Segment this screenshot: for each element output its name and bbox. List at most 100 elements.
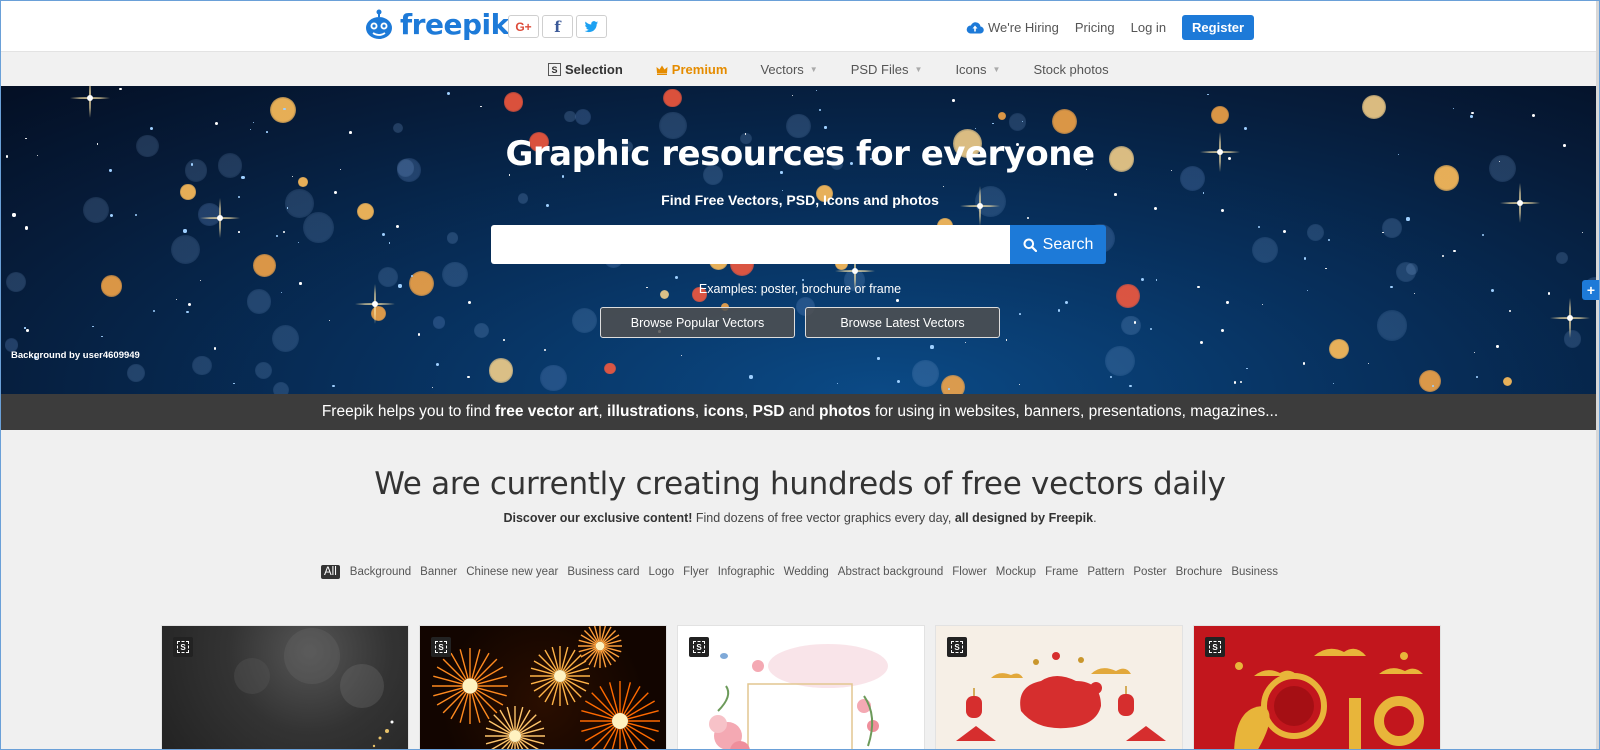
tag-item[interactable]: Business card — [567, 566, 639, 578]
tag-item[interactable]: Pattern — [1087, 566, 1124, 578]
badge-letter: S — [177, 641, 189, 653]
crown-icon — [656, 65, 668, 75]
scrollbar[interactable] — [1596, 0, 1600, 750]
selection-badge-icon: S — [173, 637, 193, 657]
badge-letter: S — [435, 641, 447, 653]
chevron-down-icon: ▼ — [809, 65, 818, 74]
tag-item[interactable]: Wedding — [784, 566, 829, 578]
nav-psd-files[interactable]: PSD Files ▼ — [851, 62, 923, 77]
firework-burst — [578, 626, 622, 668]
tag-item[interactable]: Business — [1231, 566, 1278, 578]
tagline-bold: PSD — [752, 403, 785, 420]
tagline-strip: Freepik helps you to find free vector ar… — [0, 394, 1600, 430]
selection-badge-icon: S — [689, 637, 709, 657]
badge-letter: S — [1209, 641, 1221, 653]
resource-card-fireworks[interactable]: S — [419, 625, 667, 750]
nav-vectors[interactable]: Vectors ▼ — [760, 62, 817, 77]
selection-icon: S — [548, 63, 561, 76]
nav-items: S Selection Premium Vectors ▼ PSD Files … — [548, 52, 1142, 87]
nav-stock-photos[interactable]: Stock photos — [1033, 62, 1108, 77]
sparkle-star — [1550, 298, 1590, 338]
section-subtitle: Discover our exclusive content! Find doz… — [0, 511, 1600, 525]
firework-burst — [485, 706, 545, 750]
search-button-label: Search — [1042, 235, 1094, 253]
register-button[interactable]: Register — [1182, 15, 1255, 40]
tagline-part: and — [784, 403, 819, 420]
year-2019-image — [1194, 626, 1440, 750]
tagline-bold: photos — [818, 403, 871, 420]
tagline-bold: illustrations — [607, 403, 695, 420]
tagline-bold: free vector art — [495, 403, 599, 420]
tag-item[interactable]: Abstract background — [838, 566, 943, 578]
section-title: We are currently creating hundreds of fr… — [374, 466, 1226, 502]
firework-burst — [432, 648, 508, 724]
resource-card-chinese-new-year[interactable]: S — [935, 625, 1183, 750]
search-input[interactable] — [491, 225, 1010, 264]
twitter-bird-icon — [584, 20, 599, 32]
tag-item[interactable]: Poster — [1133, 566, 1166, 578]
search-bar: Search — [491, 225, 1106, 264]
search-button[interactable]: Search — [1010, 225, 1106, 264]
hero-subtitle: Find Free Vectors, PSD, Icons and photos — [661, 192, 939, 208]
resource-card-2019[interactable]: S — [1193, 625, 1441, 750]
top-header: freepik G+ f We're Hiring Pricing Log in… — [0, 0, 1600, 51]
twitter-button[interactable] — [576, 15, 607, 38]
tag-item[interactable]: Banner — [420, 566, 457, 578]
subtitle-part: . — [1093, 511, 1097, 525]
side-plus-button[interactable]: + — [1582, 280, 1600, 300]
tag-filter-list: All Background Banner Chinese new year Busin… — [321, 565, 1287, 579]
tagline-text: Freepik helps you to find free vector ar… — [322, 403, 1278, 421]
nav-icons-label: Icons — [955, 62, 987, 77]
resource-card-dark-bokeh[interactable]: S — [161, 625, 409, 750]
nav-selection[interactable]: S Selection — [548, 62, 623, 77]
hiring-label: We're Hiring — [988, 20, 1059, 35]
tag-item[interactable]: Frame — [1045, 566, 1078, 578]
google-plus-button[interactable]: G+ — [508, 15, 539, 38]
subtitle-bold: Discover our exclusive content! — [503, 511, 693, 525]
tag-item[interactable]: Brochure — [1176, 566, 1223, 578]
firework-burst — [530, 646, 590, 706]
logo-text: freepik — [400, 8, 509, 41]
tagline-part: , — [744, 403, 753, 420]
tag-item[interactable]: Flyer — [683, 566, 709, 578]
resource-grid: S S S S S — [161, 625, 1441, 750]
social-buttons: G+ f — [508, 15, 607, 38]
badge-letter: S — [693, 641, 705, 653]
nav-psd-label: PSD Files — [850, 62, 909, 77]
nav-premium[interactable]: Premium — [656, 62, 727, 77]
sparkle-star — [70, 86, 110, 118]
chinese-new-year-image — [956, 652, 1166, 741]
pricing-link[interactable]: Pricing — [1075, 20, 1115, 35]
firework-burst — [580, 681, 660, 750]
main-content: We are currently creating hundreds of fr… — [0, 430, 1600, 750]
nav-stock-photos-label: Stock photos — [1033, 62, 1109, 77]
hero-title: Graphic resources for everyone — [505, 134, 1095, 174]
hiring-link[interactable]: We're Hiring — [966, 20, 1059, 35]
freepik-logo[interactable]: freepik — [364, 8, 509, 41]
tag-item[interactable]: Mockup — [996, 566, 1036, 578]
background-credit[interactable]: Background by user4609949 — [11, 350, 140, 361]
tag-item[interactable]: Background — [350, 566, 411, 578]
selection-badge-icon: S — [431, 637, 451, 657]
category-nav: S Selection Premium Vectors ▼ PSD Files … — [0, 51, 1600, 86]
cloud-upload-icon — [966, 22, 984, 34]
nav-vectors-label: Vectors — [760, 62, 804, 77]
top-right-links: We're Hiring Pricing Log in Register — [966, 15, 1255, 40]
tag-item[interactable]: Logo — [649, 566, 675, 578]
tagline-part: , — [598, 403, 608, 420]
browse-latest-button[interactable]: Browse Latest Vectors — [805, 307, 1000, 338]
facebook-button[interactable]: f — [542, 15, 573, 38]
freepik-robot-icon — [366, 9, 392, 39]
search-icon — [1023, 238, 1037, 252]
tag-item[interactable]: Flower — [952, 566, 987, 578]
resource-card-floral-frame[interactable]: S — [677, 625, 925, 750]
tag-item[interactable]: Chinese new year — [466, 566, 558, 578]
tag-all[interactable]: All — [321, 565, 340, 579]
nav-icons[interactable]: Icons ▼ — [955, 62, 1000, 77]
hero-banner: Graphic resources for everyone Find Free… — [0, 86, 1600, 394]
browse-popular-button[interactable]: Browse Popular Vectors — [600, 307, 795, 338]
login-link[interactable]: Log in — [1131, 20, 1166, 35]
selection-badge-icon: S — [1205, 637, 1225, 657]
tagline-part: Freepik helps you to find — [321, 403, 496, 420]
tag-item[interactable]: Infographic — [718, 566, 775, 578]
